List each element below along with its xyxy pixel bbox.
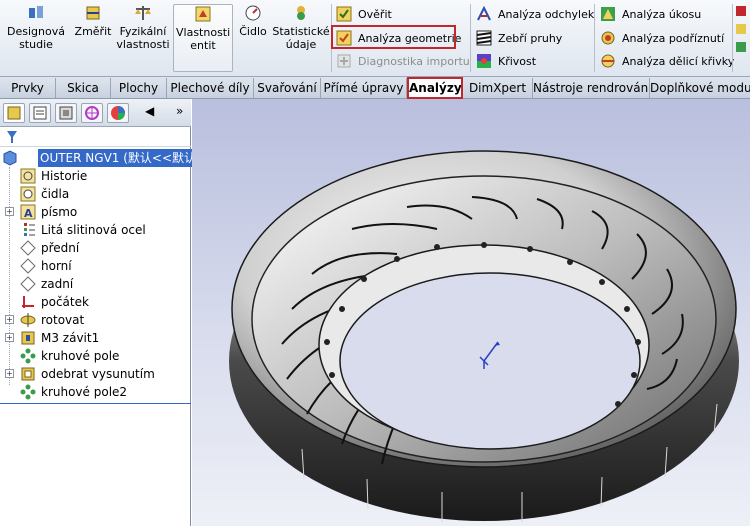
material-icon [24, 223, 35, 236]
ring-model[interactable] [192, 99, 750, 526]
tab-dimxpert[interactable]: DimXpert [463, 78, 533, 98]
ribbon-separator [470, 4, 471, 72]
tree-item-top-plane[interactable]: horní [0, 257, 191, 275]
check-button[interactable]: Ověřit [336, 4, 392, 24]
ring-bore [339, 272, 641, 450]
sensor-icon [20, 186, 36, 202]
tab-addins[interactable]: Doplňkové modu [650, 78, 750, 98]
mass-properties-button[interactable]: Fyzikální vlastnosti [116, 4, 170, 72]
scale-icon [135, 6, 151, 20]
tab-weldments[interactable]: Svařování [254, 78, 321, 98]
graphics-area[interactable] [192, 99, 750, 526]
tree-rollback-bar[interactable] [0, 403, 191, 404]
measure-icon [86, 6, 100, 20]
design-study-button[interactable]: Designová studie [4, 4, 68, 72]
plane-icon [20, 276, 36, 292]
tree-item-history[interactable]: Historie [0, 167, 191, 185]
svg-text:A: A [24, 207, 33, 220]
revolve-icon [20, 313, 36, 327]
import-diagnostics-button[interactable]: Diagnostika importu [336, 51, 470, 71]
draft-icon [601, 7, 615, 21]
tree-item-sensors[interactable]: čidla [0, 185, 191, 203]
tab-render-tools[interactable]: Nástroje rendrování [533, 78, 650, 98]
configuration-icon [59, 106, 73, 120]
panel-nav-left-icon[interactable]: ◀ [145, 104, 154, 118]
origin-icon [22, 296, 34, 308]
tree-item-thread[interactable]: + M3 závit1 [0, 329, 191, 347]
display-manager-tab[interactable] [107, 103, 129, 123]
appearance-icon [111, 106, 125, 120]
property-manager-tab[interactable] [29, 103, 51, 123]
tree-item-circular-pattern[interactable]: kruhové pole [0, 347, 191, 365]
tree-item-circular-pattern2[interactable]: kruhové pole2 [0, 383, 191, 401]
zebra-stripes-button[interactable]: Zebří pruhy [476, 28, 562, 48]
check-icon [336, 6, 352, 22]
ribbon-overflow-icons[interactable] [736, 6, 748, 68]
tree-item-material[interactable]: Litá slitinová ocel [0, 221, 191, 239]
filter-icon [7, 131, 17, 143]
tab-surfaces[interactable]: Plochy [111, 78, 167, 98]
tab-sheet-metal[interactable]: Plechové díly [167, 78, 254, 98]
parting-line-icon [601, 54, 615, 68]
undercut-analysis-button[interactable]: Analýza podříznutí [600, 28, 724, 48]
tree-item-right-plane[interactable]: zadní [0, 275, 191, 293]
import-diagnostics-icon [337, 54, 351, 68]
panel-tabs: ◀ » [0, 99, 191, 127]
tree-item-revolve[interactable]: + rotovat [0, 311, 191, 329]
expand-icon[interactable]: + [5, 369, 14, 378]
geometry-analysis-highlight [331, 25, 456, 49]
tree-item-annotations[interactable]: + A písmo [0, 203, 191, 221]
measure-button[interactable]: Změřit [72, 4, 114, 72]
tab-features[interactable]: Prvky [0, 78, 56, 98]
tree-filter[interactable] [0, 127, 191, 147]
feature-tree-tab[interactable] [3, 103, 25, 123]
tab-sketch[interactable]: Skica [56, 78, 111, 98]
curvature-icon [477, 54, 491, 68]
expand-icon[interactable]: + [5, 207, 14, 216]
section-properties-icon [195, 6, 211, 22]
part-icon [3, 150, 17, 166]
tab-evaluate[interactable]: Analýzy [407, 77, 463, 99]
plane-icon [20, 240, 36, 256]
section-properties-button[interactable]: Vlastnosti entit [173, 4, 233, 72]
statistics-icon [297, 6, 305, 20]
gauge-icon [245, 5, 261, 21]
tree-item-origin[interactable]: počátek [0, 293, 191, 311]
plane-icon [20, 258, 36, 274]
thread-icon [21, 331, 35, 345]
cut-icon [21, 367, 35, 381]
feature-tree-icon [7, 106, 21, 120]
pattern-icon [20, 348, 36, 364]
tree-item-front-plane[interactable]: přední [0, 239, 191, 257]
command-manager-tabs: Prvky Skica Plochy Plechové díly Svařová… [0, 77, 750, 99]
property-manager-icon [33, 106, 47, 120]
pattern-icon [20, 384, 36, 400]
history-icon [20, 168, 36, 184]
deviation-icon [477, 6, 491, 21]
tab-direct-editing[interactable]: Přímé úpravy [321, 78, 407, 98]
configuration-manager-tab[interactable] [55, 103, 77, 123]
command-manager-ribbon: Designová studie Změřit Fyzikální vlastn… [0, 0, 750, 77]
expand-icon[interactable]: + [5, 315, 14, 324]
feature-tree: OUTER NGV1 (默认<<默认> Historie čidla + A p… [0, 149, 209, 404]
ribbon-separator [594, 4, 595, 72]
design-study-icon [29, 6, 43, 18]
zebra-icon [476, 30, 492, 46]
dimxpert-icon [85, 106, 99, 120]
panel-nav-right-icon[interactable]: » [176, 104, 183, 118]
deviation-analysis-button[interactable]: Analýza odchylek [476, 4, 594, 24]
tree-item-cut-extrude[interactable]: + odebrat vysunutím [0, 365, 191, 383]
statistics-button[interactable]: Statistické údaje [272, 4, 330, 72]
draft-analysis-button[interactable]: Analýza úkosu [600, 4, 701, 24]
undercut-icon [601, 31, 615, 45]
ribbon-separator [732, 4, 733, 72]
dimxpert-manager-tab[interactable] [81, 103, 103, 123]
tree-root[interactable]: OUTER NGV1 (默认<<默认> [0, 149, 209, 167]
feature-manager-panel: ◀ » OUTER NGV1 (默认<<默认> Historie čidla +… [0, 99, 209, 526]
curvature-button[interactable]: Křivost [476, 51, 536, 71]
annotation-icon: A [20, 204, 36, 220]
expand-icon[interactable]: + [5, 333, 14, 342]
parting-line-analysis-button[interactable]: Analýza dělicí křivky [600, 51, 734, 71]
sensor-button[interactable]: Čidlo [236, 4, 270, 72]
